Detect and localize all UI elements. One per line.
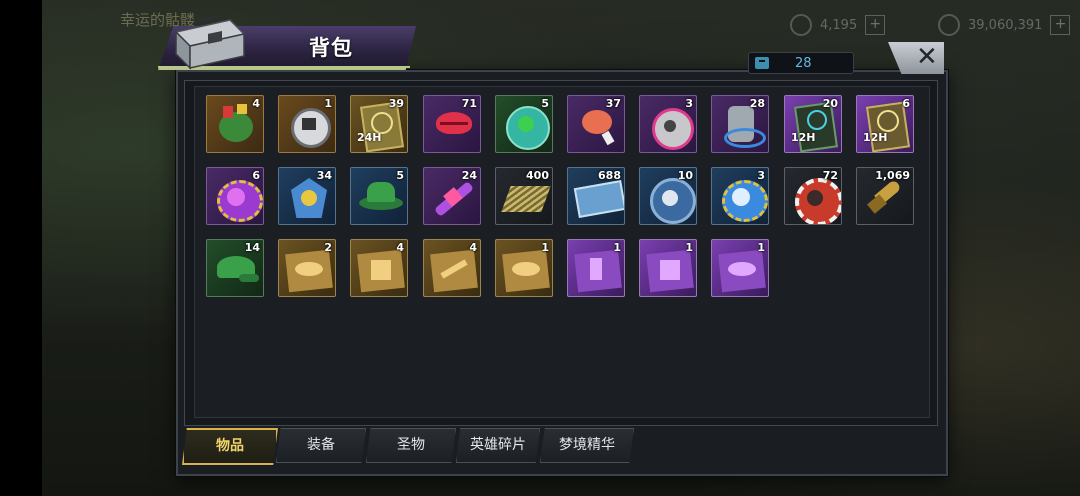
inventory-slot[interactable]: 37: [567, 95, 625, 153]
tab-relics[interactable]: 圣物: [366, 428, 456, 463]
item-duration-tag: 12H: [863, 131, 888, 144]
hex-resource-icon: [790, 14, 812, 36]
inventory-slot[interactable]: 4: [423, 239, 481, 297]
item-count: 6: [902, 97, 910, 110]
bag-capacity-value: 28: [795, 55, 812, 71]
item-count: 39: [388, 97, 404, 110]
inventory-slot[interactable]: 14: [206, 239, 264, 297]
item-count: 3: [685, 97, 693, 110]
inventory-slot[interactable]: 12H 6: [856, 95, 914, 153]
inventory-slot[interactable]: 4: [350, 239, 408, 297]
inventory-slot[interactable]: 24: [423, 167, 481, 225]
add-resource-2-button: +: [1050, 15, 1071, 35]
inventory-slot[interactable]: 688: [567, 167, 625, 225]
inventory-slot[interactable]: 1,069: [856, 167, 914, 225]
inventory-slot[interactable]: 71: [423, 95, 481, 153]
backpack-chest-icon: [174, 14, 246, 70]
resource-1-value: 4,195: [820, 17, 858, 33]
inventory-slot[interactable]: 10: [639, 167, 697, 225]
item-count: 71: [461, 97, 477, 110]
item-count: 1: [685, 241, 693, 254]
inventory-slot[interactable]: 1: [567, 239, 625, 297]
inventory-slot[interactable]: 5: [495, 95, 553, 153]
item-count: 1,069: [875, 169, 910, 182]
page-title: 背包: [309, 36, 353, 60]
inventory-slot[interactable]: 6: [206, 167, 264, 225]
item-count: 14: [244, 241, 260, 254]
inventory-slot[interactable]: 1: [278, 95, 336, 153]
item-count: 6: [252, 169, 260, 182]
background-resource-2: 39,060,391 +: [938, 14, 1071, 36]
item-duration-tag: 24H: [357, 131, 382, 144]
item-count: 3: [757, 169, 765, 182]
inventory-slot[interactable]: 12H 20: [784, 95, 842, 153]
inventory-slot[interactable]: 1: [639, 239, 697, 297]
inventory-slot[interactable]: 28: [711, 95, 769, 153]
item-count: 20: [822, 97, 838, 110]
item-count: 688: [598, 169, 621, 182]
item-count: 1: [757, 241, 765, 254]
item-count: 10: [677, 169, 693, 182]
item-count: 2: [324, 241, 332, 254]
tab-dream-essence[interactable]: 梦境精华: [540, 428, 634, 463]
tab-hero-shards[interactable]: 英雄碎片: [456, 428, 540, 463]
item-count: 72: [822, 169, 838, 182]
tab-equipment[interactable]: 装备: [276, 428, 366, 463]
inventory-slot[interactable]: 400: [495, 167, 553, 225]
item-count: 1: [324, 97, 332, 110]
inventory-slot[interactable]: 34: [278, 167, 336, 225]
background-resource-1: 4,195 +: [790, 14, 886, 36]
bag-capacity-icon: [755, 57, 769, 69]
inventory-slot[interactable]: 2: [278, 239, 336, 297]
item-count: 1: [541, 241, 549, 254]
add-resource-1-button: +: [865, 15, 886, 35]
item-count: 400: [526, 169, 549, 182]
resource-2-value: 39,060,391: [968, 17, 1043, 33]
item-count: 5: [541, 97, 549, 110]
item-count: 24: [461, 169, 477, 182]
inventory-slot[interactable]: 5: [350, 167, 408, 225]
bag-capacity: 28: [748, 52, 854, 74]
item-count: 5: [396, 169, 404, 182]
inventory-slot[interactable]: 3: [711, 167, 769, 225]
item-count: 37: [605, 97, 621, 110]
item-count: 4: [252, 97, 260, 110]
gear-resource-icon: [938, 14, 960, 36]
inventory-slot[interactable]: 1: [495, 239, 553, 297]
item-count: 28: [749, 97, 765, 110]
inventory-slot[interactable]: 1: [711, 239, 769, 297]
item-count: 4: [396, 241, 404, 254]
inventory-slot[interactable]: 3: [639, 95, 697, 153]
inventory-slot[interactable]: 4: [206, 95, 264, 153]
item-count: 1: [613, 241, 621, 254]
item-count: 4: [469, 241, 477, 254]
inventory-slot[interactable]: 72: [784, 167, 842, 225]
inventory-slot[interactable]: 24H 39: [350, 95, 408, 153]
tab-items[interactable]: 物品: [182, 428, 278, 465]
item-duration-tag: 12H: [791, 131, 816, 144]
item-count: 34: [316, 169, 332, 182]
close-icon: ✕: [916, 42, 938, 72]
